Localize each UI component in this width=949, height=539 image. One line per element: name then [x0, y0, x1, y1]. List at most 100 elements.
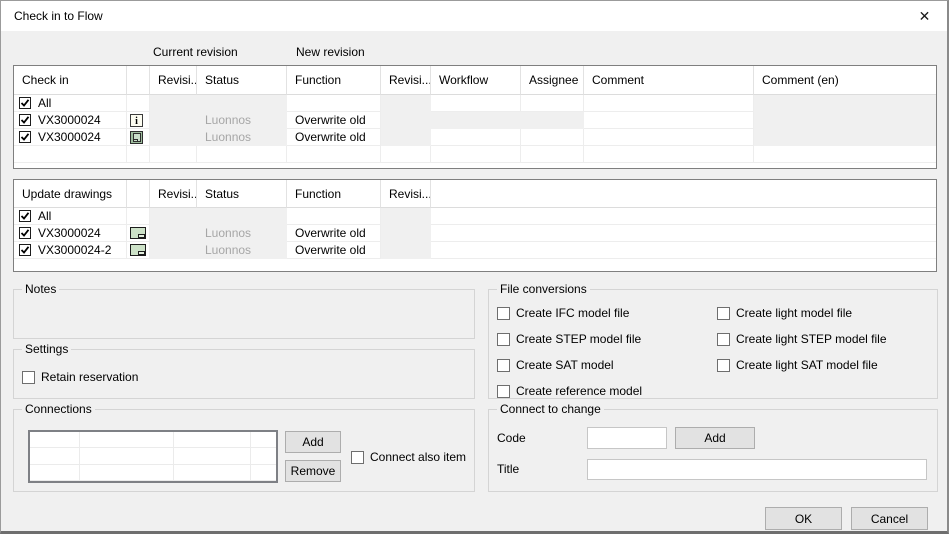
retain-reservation-checkbox[interactable] [22, 371, 35, 384]
icon-cell [127, 95, 150, 112]
create-light-model-label: Create light model file [736, 306, 852, 320]
function-cell[interactable]: Overwrite old [287, 242, 381, 259]
icon-cell [127, 225, 150, 242]
dialog-title: Check in to Flow [14, 9, 103, 23]
empty-cell [14, 146, 127, 163]
connect-to-change-group: Connect to change Code Add Title [488, 409, 938, 492]
comment-cell[interactable] [584, 95, 754, 112]
cancel-button[interactable]: Cancel [851, 507, 928, 530]
create-step-label: Create STEP model file [516, 332, 641, 346]
list-cell [30, 448, 80, 464]
function-cell[interactable]: Overwrite old [287, 112, 381, 129]
revision-cell [150, 242, 197, 259]
row-label: All [38, 96, 51, 110]
list-cell [30, 432, 80, 448]
table-filler [14, 163, 936, 168]
workflow-cell [431, 112, 521, 129]
table-row: VX3000024 [14, 112, 127, 129]
checkbox-all-drawings[interactable] [19, 210, 31, 222]
code-input[interactable] [587, 427, 667, 449]
revision-cell [150, 95, 197, 112]
connections-group: Connections Add Remove Connect also item [13, 409, 475, 492]
connect-to-change-label: Connect to change [497, 402, 604, 416]
update-drawings-table: Update drawings Revisi... Status Functio… [13, 179, 937, 272]
checkbox-item[interactable] [19, 131, 31, 143]
info-icon: i [130, 114, 143, 127]
header-workflow: Workflow [431, 66, 521, 95]
assignee-cell [521, 112, 584, 129]
table-row: VX3000024 [14, 129, 127, 146]
function-text: Overwrite old [295, 130, 366, 144]
comment-cell[interactable] [584, 129, 754, 146]
file-conversions-label: File conversions [497, 282, 590, 296]
create-light-step-row: Create light STEP model file [717, 332, 887, 346]
checkin-dialog: Check in to Flow ✕ Current revision New … [0, 0, 949, 534]
table-row: VX3000024-2 [14, 242, 127, 259]
ok-button[interactable]: OK [765, 507, 842, 530]
model-icon [130, 131, 143, 144]
connect-also-item-checkbox[interactable] [351, 451, 364, 464]
create-light-step-checkbox[interactable] [717, 333, 730, 346]
file-conversions-group: File conversions Create IFC model file C… [488, 289, 938, 399]
function-text: Overwrite old [295, 243, 366, 257]
create-light-sat-checkbox[interactable] [717, 359, 730, 372]
revision-new-cell [381, 112, 431, 129]
create-light-model-checkbox[interactable] [717, 307, 730, 320]
list-cell [174, 465, 251, 481]
title-input[interactable] [587, 459, 927, 480]
create-ifc-checkbox[interactable] [497, 307, 510, 320]
checkbox-all-checkin[interactable] [19, 97, 31, 109]
assignee-cell[interactable] [521, 95, 584, 112]
empty-cell [431, 146, 521, 163]
close-button[interactable]: ✕ [902, 1, 947, 31]
empty-cell [127, 146, 150, 163]
function-cell[interactable]: Overwrite old [287, 129, 381, 146]
checkbox-item[interactable] [19, 227, 31, 239]
notes-label: Notes [22, 282, 59, 296]
checkbox-item[interactable] [19, 244, 31, 256]
create-light-model-row: Create light model file [717, 306, 852, 320]
empty-cell [150, 146, 197, 163]
list-cell [174, 448, 251, 464]
header-revision-current: Revisi... [150, 180, 197, 208]
retain-reservation-label: Retain reservation [41, 370, 138, 384]
create-sat-checkbox[interactable] [497, 359, 510, 372]
assignee-cell[interactable] [521, 129, 584, 146]
icon-cell [127, 242, 150, 259]
list-cell [251, 448, 276, 464]
function-cell[interactable]: Overwrite old [287, 225, 381, 242]
connections-list[interactable] [28, 430, 278, 483]
revision-new-cell [381, 242, 431, 259]
change-add-button[interactable]: Add [675, 427, 755, 449]
titlebar: Check in to Flow ✕ [1, 1, 947, 31]
revision-cell [150, 112, 197, 129]
workflow-cell[interactable] [431, 95, 521, 112]
drawing-icon [130, 227, 146, 239]
workflow-cell[interactable] [431, 129, 521, 146]
status-text: Luonnos [205, 243, 251, 257]
checkbox-item[interactable] [19, 114, 31, 126]
table-row: All [14, 208, 127, 225]
create-light-sat-label: Create light SAT model file [736, 358, 878, 372]
create-reference-checkbox[interactable] [497, 385, 510, 398]
function-text: Overwrite old [295, 113, 366, 127]
add-connection-button[interactable]: Add [285, 431, 341, 453]
revision-new-cell [381, 225, 431, 242]
comment-cell[interactable] [584, 112, 754, 129]
table-filler [14, 259, 936, 271]
create-step-checkbox[interactable] [497, 333, 510, 346]
row-label: VX3000024 [38, 226, 101, 240]
header-function: Function [287, 66, 381, 95]
revision-cell [150, 208, 197, 225]
code-label: Code [497, 431, 526, 445]
header-assignee: Assignee [521, 66, 584, 95]
table-row: All [14, 95, 127, 112]
function-cell[interactable] [287, 208, 381, 225]
list-cell [30, 465, 80, 481]
header-function: Function [287, 180, 381, 208]
remove-connection-button[interactable]: Remove [285, 460, 341, 482]
comment-en-cell [754, 112, 936, 129]
function-cell[interactable] [287, 95, 381, 112]
retain-reservation-row: Retain reservation [22, 370, 138, 384]
row-label: VX3000024 [38, 113, 101, 127]
